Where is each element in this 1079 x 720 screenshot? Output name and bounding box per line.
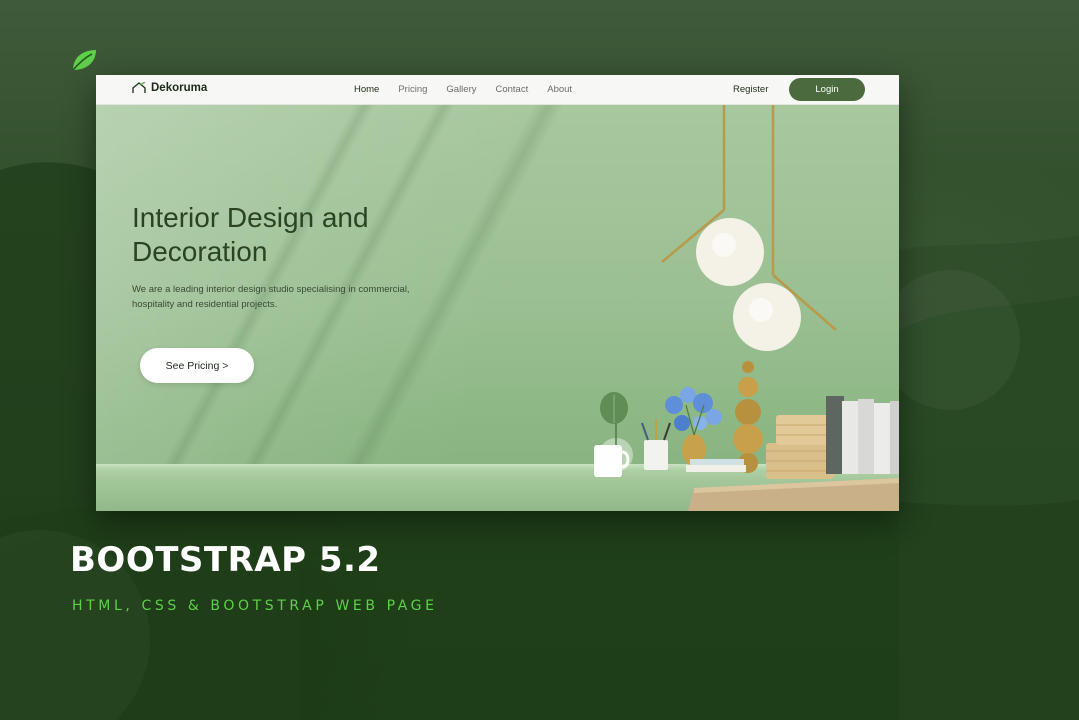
navbar: Dekoruma Home Pricing Gallery Contact Ab…	[96, 75, 899, 105]
brand-name: Dekoruma	[151, 82, 208, 94]
nav-link-contact[interactable]: Contact	[495, 84, 528, 95]
nav-link-home[interactable]: Home	[354, 84, 379, 95]
banner-headline: BOOTSTRAP 5.2	[70, 540, 381, 580]
hero-title: Interior Design and Decoration	[132, 202, 369, 267]
nav-link-about[interactable]: About	[547, 84, 572, 95]
banner-subline: HTML, CSS & BOOTSTRAP WEB PAGE	[72, 598, 438, 614]
hero-section: Interior Design and Decoration We are a …	[96, 105, 899, 511]
hero-description: We are a leading interior design studio …	[132, 284, 410, 310]
decor-illustration	[594, 105, 899, 511]
see-pricing-button[interactable]: See Pricing >	[140, 348, 254, 383]
brand[interactable]: Dekoruma	[132, 82, 207, 94]
leaf-icon	[72, 50, 96, 71]
login-button[interactable]: Login	[789, 78, 865, 101]
website-mockup: Dekoruma Home Pricing Gallery Contact Ab…	[96, 75, 899, 511]
nav-link-pricing[interactable]: Pricing	[398, 84, 427, 95]
nav-link-gallery[interactable]: Gallery	[446, 84, 476, 95]
house-icon	[132, 82, 146, 93]
register-link[interactable]: Register	[733, 84, 768, 95]
nav-links: Home Pricing Gallery Contact About	[354, 84, 591, 95]
